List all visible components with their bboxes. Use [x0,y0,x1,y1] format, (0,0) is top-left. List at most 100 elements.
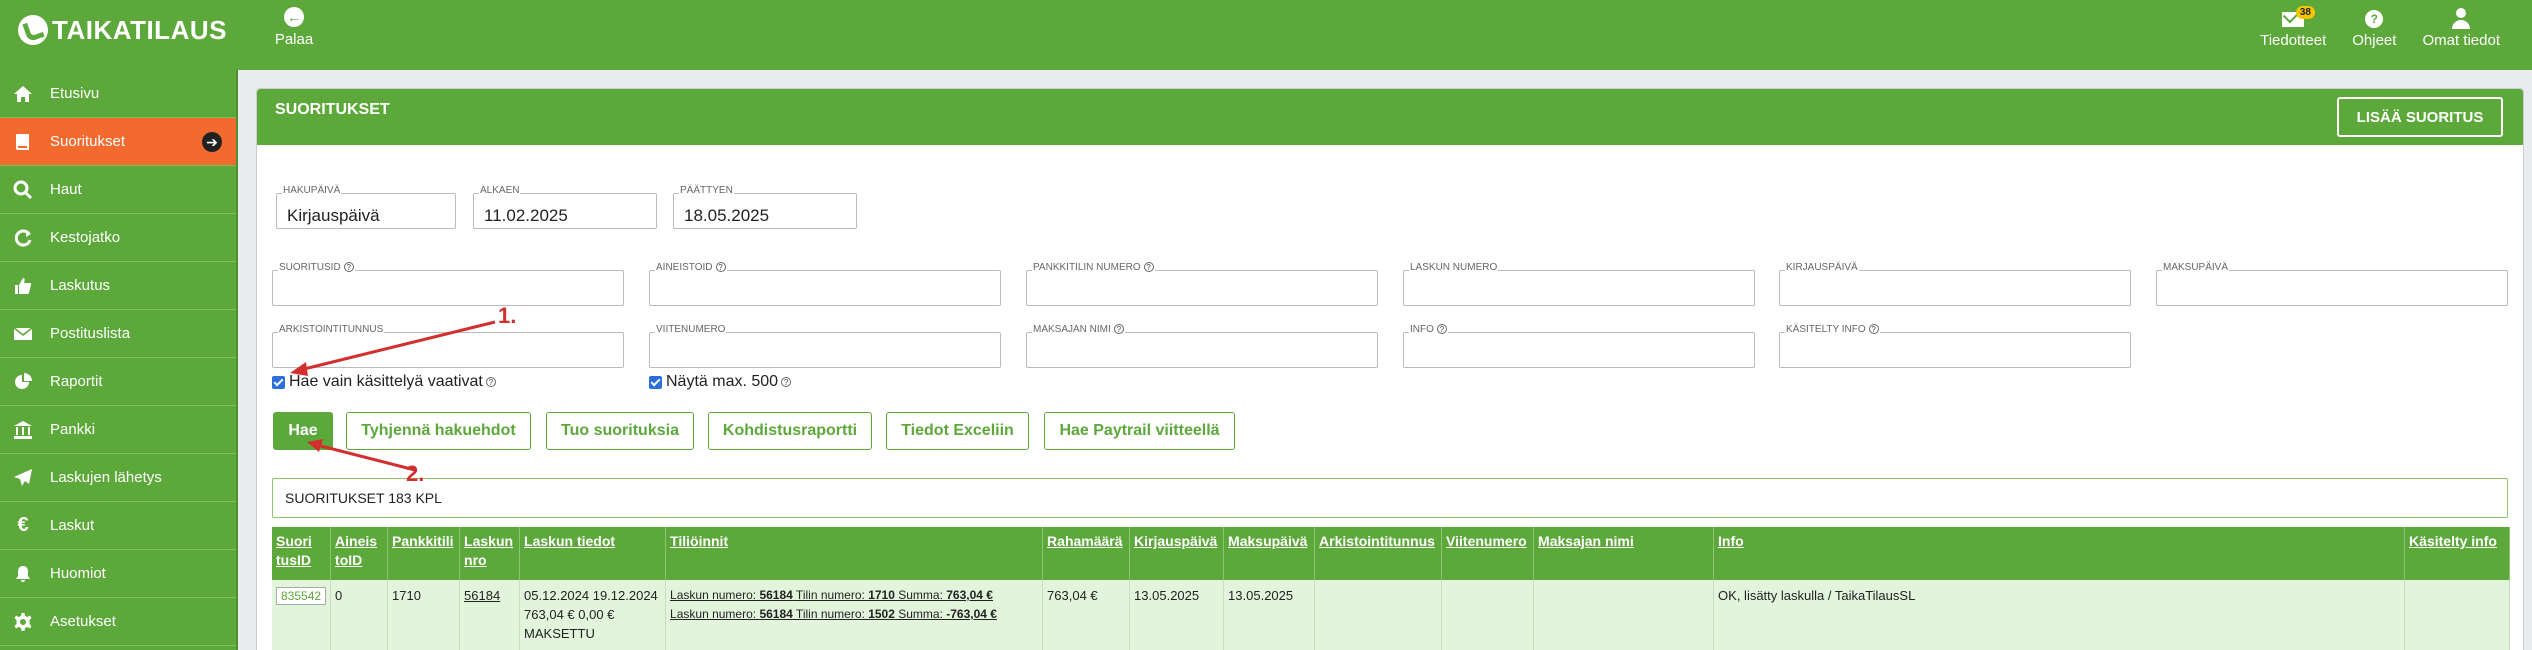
cell-pankkitili: 1710 [387,580,461,650]
arrow-left-icon: ← [284,7,304,27]
info-label: INFO? [1409,324,1448,335]
suoritusid-label: SUORITUSID? [278,262,355,273]
col-viitenumero[interactable]: Viitenumero [1441,527,1535,580]
kohdistusraportti-button[interactable]: Kohdistusraportti [708,412,872,450]
card-header: SUORITUKSET LISÄÄ SUORITUS [257,89,2523,145]
sidebar-item-pankki[interactable]: Pankki [0,406,236,454]
info-field[interactable]: INFO? [1403,324,1755,368]
col-arkistointitunnus[interactable]: Arkistointitunnus [1314,527,1443,580]
envelope-icon [12,324,34,344]
sidebar: Etusivu Suoritukset ➔ Haut Kestojatko La… [0,70,238,650]
col-kasitelty-info[interactable]: Käsitelty info [2404,527,2511,580]
pankkitili-field[interactable]: PANKKITILIN NUMERO? [1026,262,1378,306]
laskun-nro-link[interactable]: 56184 [464,588,500,603]
maksajan-nimi-field[interactable]: MAKSAJAN NIMI? [1026,324,1378,368]
tyhjenna-button[interactable]: Tyhjennä hakuehdot [346,412,531,450]
aineistoid-field[interactable]: AINEISTOID? [649,262,1001,306]
sidebar-item-raportit[interactable]: Raportit [0,358,236,406]
col-rahamaara[interactable]: Rahamäärä [1042,527,1131,580]
paattyen-value: 18.05.2025 [684,206,770,225]
col-suoritusid[interactable]: Suori tusID [272,527,332,580]
cell-tilioinnit: Laskun numero: 56184 Tilin numero: 1710 … [665,580,1044,650]
kasitelty-info-field[interactable]: KÄSITELTY INFO? [1779,324,2131,368]
col-tilioinnit[interactable]: Tiliöinnit [665,527,1044,580]
sidebar-item-laskutus[interactable]: Laskutus [0,262,236,310]
add-suoritus-button[interactable]: LISÄÄ SUORITUS [2337,97,2503,137]
info-icon: ? [781,377,792,387]
sidebar-item-asetukset[interactable]: Asetukset [0,598,236,646]
result-count: SUORITUKSET 183 KPL [272,478,2508,518]
paper-plane-icon [12,468,34,488]
app-logo[interactable]: TAIKATILAUS [18,12,227,48]
sidebar-item-huomiot[interactable]: Huomiot [0,550,236,598]
tiliointi-line[interactable]: Laskun numero: 56184 Tilin numero: 1502 … [670,605,1038,624]
paattyen-field[interactable]: PÄÄTTYEN 18.05.2025 [673,185,857,229]
col-pankkitili[interactable]: Pankkitili [387,527,461,580]
notifications-button[interactable]: 38 Tiedotteet [2260,6,2326,49]
col-aineistoid[interactable]: Aineis toID [330,527,389,580]
bank-icon [12,420,34,440]
sidebar-item-kestojatko[interactable]: Kestojatko [0,214,236,262]
col-laskun-tiedot[interactable]: Laskun tiedot [519,527,667,580]
book-icon [12,132,34,152]
sidebar-item-label: Laskujen lähetys [50,469,162,486]
suoritusid-link[interactable]: 835542 [276,587,327,605]
table-row: 835542 0 1710 56184 05.12.2024 19.12.202… [272,580,2511,650]
col-info[interactable]: Info [1713,527,2406,580]
sidebar-item-label: Pankki [50,421,96,438]
tuo-suorituksia-button[interactable]: Tuo suorituksia [546,412,694,450]
laskun-numero-label: LASKUN NUMERO [1409,262,1499,273]
help-button[interactable]: ? Ohjeet [2352,6,2396,49]
sidebar-item-etusivu[interactable]: Etusivu [0,70,236,118]
sidebar-item-suoritukset[interactable]: Suoritukset ➔ [0,118,236,166]
suoritusid-field[interactable]: SUORITUSID? [272,262,624,306]
alkaen-label: ALKAEN [479,185,521,196]
col-laskun-nro[interactable]: Laskun nro [459,527,521,580]
hae-paytrail-button[interactable]: Hae Paytrail viitteellä [1044,412,1235,450]
home-icon [12,84,34,104]
back-button[interactable]: ← Palaa [274,7,314,48]
sidebar-item-laskut[interactable]: € Laskut [0,502,236,550]
profile-button[interactable]: Omat tiedot [2422,6,2500,49]
back-label: Palaa [274,31,314,48]
checkbox-checked-icon[interactable] [272,375,285,389]
info-icon: ? [485,377,496,387]
tiliointi-line[interactable]: Laskun numero: 56184 Tilin numero: 1710 … [670,586,1038,605]
annotation-label-2: 2. [406,461,425,486]
info-icon: ? [715,262,726,272]
cell-maksajan-nimi [1533,580,1715,650]
sidebar-item-laskujen-lahetys[interactable]: Laskujen lähetys [0,454,236,502]
nayta-max-checkbox[interactable]: Näytä max. 500 ? [649,373,792,391]
col-kirjauspaiva[interactable]: Kirjauspäivä [1129,527,1225,580]
logo-mark-icon [18,15,48,45]
checkbox-checked-icon[interactable] [649,375,662,389]
hae-button[interactable]: Hae [273,412,333,450]
info-icon: ? [1436,324,1447,334]
arkistointitunnus-field[interactable]: ARKISTOINTITUNNUS [272,324,624,368]
maksajan-nimi-label: MAKSAJAN NIMI? [1032,324,1125,335]
vaatii-kasittelya-label: Hae vain käsittelyä vaativat [289,373,483,390]
viitenumero-field[interactable]: VIITENUMERO [649,324,1001,368]
sidebar-item-label: Kestojatko [50,229,121,246]
col-maksupaiva[interactable]: Maksupäivä [1223,527,1316,580]
bell-icon [12,564,34,584]
col-maksajan-nimi[interactable]: Maksajan nimi [1533,527,1715,580]
maksupaiva-field[interactable]: MAKSUPÄIVÄ [2156,262,2508,306]
sidebar-item-label: Raportit [50,373,103,390]
hakupaiva-value: Kirjauspäivä [287,206,380,225]
alkaen-field[interactable]: ALKAEN 11.02.2025 [473,185,657,229]
sidebar-item-postituslista[interactable]: Postituslista [0,310,236,358]
kirjauspaiva-field[interactable]: KIRJAUSPÄIVÄ [1779,262,2131,306]
top-bar: TAIKATILAUS ← Palaa 38 Tiedotteet ? Ohje… [0,0,2532,70]
notifications-label: Tiedotteet [2260,32,2327,49]
cell-aineistoid: 0 [330,580,389,650]
laskun-numero-field[interactable]: LASKUN NUMERO [1403,262,1755,306]
hakupaiva-select[interactable]: HAKUPÄIVÄ Kirjauspäivä [276,185,456,229]
user-icon [2450,8,2472,30]
paattyen-label: PÄÄTTYEN [679,185,734,196]
vaatii-kasittelya-checkbox[interactable]: Hae vain käsittelyä vaativat ? [272,373,496,391]
tiedot-exceliin-button[interactable]: Tiedot Exceliin [886,412,1029,450]
search-icon [12,180,34,200]
laskun-tiedot-amounts: 763,04 € 0,00 € [524,607,615,622]
sidebar-item-haut[interactable]: Haut [0,166,236,214]
